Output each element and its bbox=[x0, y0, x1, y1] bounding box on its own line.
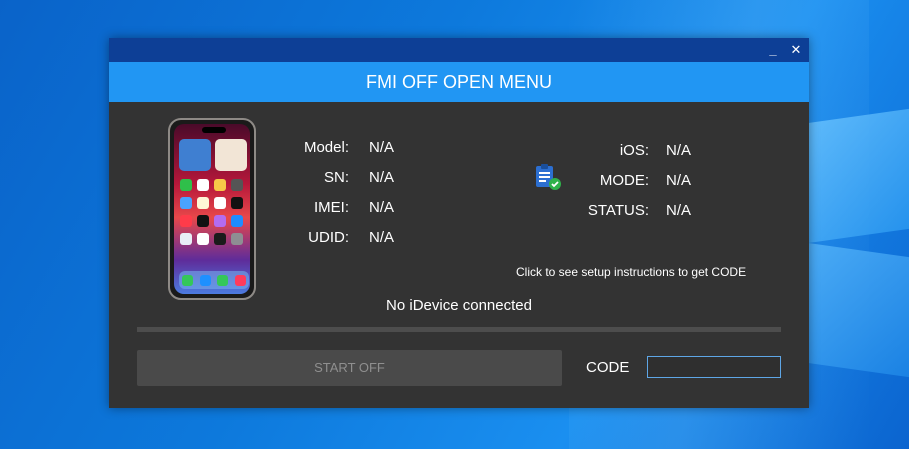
calendar-app-icon bbox=[197, 179, 209, 191]
notes-app-icon bbox=[197, 197, 209, 209]
udid-label: UDID: bbox=[308, 229, 349, 246]
model-value: N/A bbox=[369, 139, 395, 156]
messages-app-icon bbox=[217, 274, 229, 286]
photo-widget bbox=[215, 139, 247, 171]
phone-dock bbox=[179, 271, 249, 289]
minimize-button[interactable]: _ bbox=[764, 41, 782, 59]
facetime-app-icon bbox=[180, 179, 192, 191]
settings-app-icon bbox=[231, 233, 243, 245]
sn-value: N/A bbox=[369, 169, 395, 186]
sn-label: SN: bbox=[323, 169, 349, 186]
progress-bar bbox=[137, 327, 781, 332]
page-title: FMI OFF OPEN MENU bbox=[109, 62, 809, 102]
start-off-button[interactable]: START OFF bbox=[137, 350, 562, 386]
safari-app-icon bbox=[199, 274, 211, 286]
model-label: Model: bbox=[303, 139, 349, 156]
photos-app-icon bbox=[214, 179, 226, 191]
imei-label: IMEI: bbox=[313, 199, 349, 216]
iphone-image bbox=[168, 118, 256, 300]
maps-app-icon bbox=[180, 233, 192, 245]
status-value: N/A bbox=[666, 202, 692, 219]
setup-instructions-link[interactable]: Click to see setup instructions to get C… bbox=[516, 265, 746, 279]
app-store-icon bbox=[231, 215, 243, 227]
fmi-off-window: _ ✕ FMI OFF OPEN MENU Model: N/A SN: N/A… bbox=[109, 38, 809, 408]
music-app-icon bbox=[234, 274, 246, 286]
reminders-app-icon bbox=[214, 197, 226, 209]
mode-value: N/A bbox=[666, 172, 692, 189]
phone-app-icon bbox=[182, 274, 194, 286]
news-app-icon bbox=[180, 215, 192, 227]
mail-app-icon bbox=[180, 197, 192, 209]
ios-value: N/A bbox=[666, 142, 692, 159]
weather-widget bbox=[179, 139, 211, 171]
close-button[interactable]: ✕ bbox=[787, 41, 805, 59]
health-app-icon bbox=[197, 233, 209, 245]
code-input[interactable] bbox=[647, 356, 781, 378]
app-grid bbox=[180, 179, 248, 245]
window-titlebar[interactable]: _ ✕ bbox=[109, 38, 809, 62]
camera-app-icon bbox=[231, 179, 243, 191]
dynamic-island bbox=[202, 127, 226, 133]
wallet-app-icon bbox=[214, 233, 226, 245]
tv-app-icon bbox=[197, 215, 209, 227]
connection-status: No iDevice connected bbox=[386, 297, 532, 314]
imei-value: N/A bbox=[369, 199, 395, 216]
status-label: STATUS: bbox=[587, 202, 649, 219]
mode-label: MODE: bbox=[599, 172, 649, 189]
podcasts-app-icon bbox=[214, 215, 226, 227]
code-label: CODE bbox=[586, 359, 630, 376]
ios-label: iOS: bbox=[619, 142, 649, 159]
phone-screen bbox=[174, 124, 250, 294]
clock-app-icon bbox=[231, 197, 243, 209]
udid-value: N/A bbox=[369, 229, 395, 246]
